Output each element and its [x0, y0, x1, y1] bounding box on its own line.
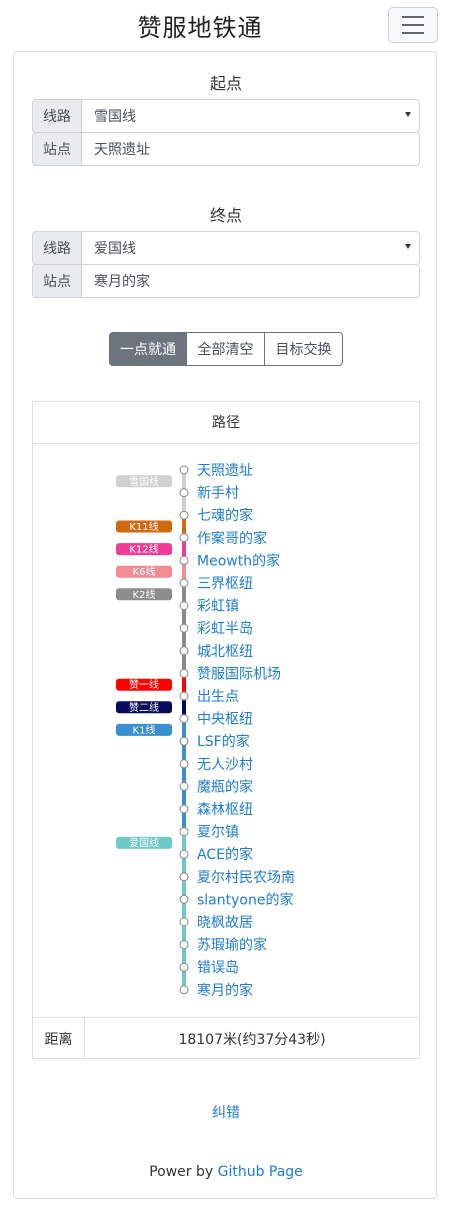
- station-dot: [179, 646, 189, 656]
- station-dot: [179, 465, 189, 475]
- station-dot: [179, 488, 189, 498]
- origin-station-group: 站点 天照遗址: [32, 132, 420, 166]
- route-header: 路径: [33, 402, 419, 444]
- station-link[interactable]: 夏尔镇: [197, 825, 239, 841]
- station-dot: [179, 555, 189, 565]
- station-link[interactable]: 新手村: [197, 486, 239, 502]
- app-title[interactable]: 赞服地铁通: [0, 8, 400, 43]
- station-link[interactable]: Meowth的家: [197, 552, 280, 569]
- correction-link[interactable]: 纠错: [14, 1102, 438, 1122]
- action-button-group: 一点就通 全部清空 目标交换: [109, 332, 343, 366]
- line-badge-label: K2线: [133, 588, 156, 601]
- destination-line-value: 爱国线: [94, 241, 136, 257]
- station-dot: [179, 691, 189, 701]
- origin-title: 起点: [209, 74, 242, 93]
- station-dot: [179, 714, 189, 724]
- station-dot: [179, 623, 189, 633]
- line-badge-label: 赞一线: [129, 678, 159, 691]
- footer: Power by Github Page: [14, 1164, 438, 1180]
- line-badge-label: K1线: [133, 723, 156, 736]
- station-link[interactable]: ACE的家: [197, 846, 253, 863]
- station-dot: [179, 781, 189, 791]
- station-link[interactable]: 夏尔村民农场南: [197, 870, 295, 886]
- clear-button[interactable]: 全部清空: [187, 332, 265, 366]
- origin-station-label: 站点: [32, 132, 82, 166]
- line-badge-label: K11线: [129, 520, 158, 533]
- station-dot: [179, 940, 189, 950]
- station-link[interactable]: 彩虹半岛: [197, 621, 253, 637]
- station-link[interactable]: 晓枫故居: [197, 915, 253, 931]
- route-panel: 路径 雪国线 K11线 K12线 K6线 K2线赞一线赞二线 K1线爱国线 天照遗址新手村七…: [32, 401, 420, 1059]
- station-dot: [179, 962, 189, 972]
- station-dot: [179, 668, 189, 678]
- destination-station-label: 站点: [32, 264, 82, 298]
- station-dot: [179, 510, 189, 520]
- station-link[interactable]: 天照遗址: [197, 463, 253, 479]
- origin-line-label: 线路: [32, 99, 82, 133]
- station-link[interactable]: 作案哥的家: [197, 530, 267, 547]
- line-badge-label: K6线: [133, 565, 156, 578]
- station-dot: [179, 578, 189, 588]
- station-dot: [179, 804, 189, 814]
- station-link[interactable]: 出生点: [197, 689, 239, 705]
- hamburger-icon: [402, 16, 424, 18]
- station-dot: [179, 985, 189, 995]
- line-badge-label: 赞二线: [129, 701, 159, 714]
- distance-row: 距离 18107米(约37分43秒): [33, 1017, 419, 1059]
- destination-station-group: 站点 寒月的家: [32, 264, 420, 298]
- station-dot: [179, 849, 189, 859]
- footer-prefix: Power by: [149, 1164, 218, 1180]
- station-link[interactable]: slantyone的家: [197, 891, 293, 908]
- station-dot: [179, 759, 189, 769]
- station-link[interactable]: 森林枢纽: [197, 802, 253, 818]
- line-badge-label: 爱国线: [129, 836, 159, 849]
- station-dot: [179, 736, 189, 746]
- origin-line-select[interactable]: 雪国线: [82, 99, 420, 133]
- station-link[interactable]: 无人沙村: [197, 757, 253, 773]
- station-link[interactable]: 错误岛: [197, 960, 239, 976]
- origin-station-input[interactable]: 天照遗址: [82, 132, 420, 166]
- destination-title: 终点: [209, 206, 242, 225]
- navbar: 赞服地铁通: [0, 0, 450, 50]
- station-link[interactable]: 彩虹镇: [197, 599, 239, 615]
- station-link[interactable]: 苏瑕瑜的家: [197, 937, 267, 954]
- menu-toggle-button[interactable]: [388, 7, 438, 43]
- destination-line-label: 线路: [32, 231, 82, 265]
- station-link[interactable]: 中央枢纽: [197, 712, 253, 728]
- station-link[interactable]: LSF的家: [197, 733, 250, 750]
- station-dot: [179, 917, 189, 927]
- station-link[interactable]: 三界枢纽: [197, 576, 253, 592]
- hamburger-icon: [402, 24, 424, 26]
- distance-label: 距离: [33, 1018, 85, 1059]
- origin-line-group: 线路 雪国线: [32, 99, 420, 133]
- hamburger-icon: [402, 32, 424, 34]
- station-link[interactable]: 城北枢纽: [197, 644, 253, 660]
- chevron-down-icon: [405, 112, 411, 117]
- station-dot: [179, 601, 189, 611]
- go-button[interactable]: 一点就通: [109, 332, 187, 366]
- swap-button[interactable]: 目标交换: [265, 332, 343, 366]
- origin-line-value: 雪国线: [94, 109, 136, 125]
- station-dot: [179, 894, 189, 904]
- destination-station-input[interactable]: 寒月的家: [82, 264, 420, 298]
- station-dot: [179, 872, 189, 882]
- main-card: 起点 线路 雪国线 站点 天照遗址 终点 线路 爱国线 站点 寒月的家 一点就通…: [13, 51, 437, 1199]
- line-badge-label: 雪国线: [129, 475, 159, 488]
- station-link[interactable]: 七魂的家: [197, 507, 253, 524]
- destination-line-group: 线路 爱国线: [32, 231, 420, 265]
- chevron-down-icon: [405, 244, 411, 249]
- station-link[interactable]: 寒月的家: [197, 982, 253, 999]
- station-dot: [179, 827, 189, 837]
- station-link[interactable]: 魔瓶的家: [197, 778, 253, 795]
- station-link[interactable]: 赞服国际机场: [197, 666, 281, 682]
- github-page-link[interactable]: Github Page: [218, 1164, 303, 1180]
- distance-value: 18107米(约37分43秒): [178, 1031, 326, 1048]
- line-badge-label: K12线: [129, 543, 158, 556]
- route-diagram: 雪国线 K11线 K12线 K6线 K2线赞一线赞二线 K1线爱国线 天照遗址新手村七魂的家…: [116, 463, 295, 999]
- destination-line-select[interactable]: 爱国线: [82, 231, 420, 265]
- station-dot: [179, 533, 189, 543]
